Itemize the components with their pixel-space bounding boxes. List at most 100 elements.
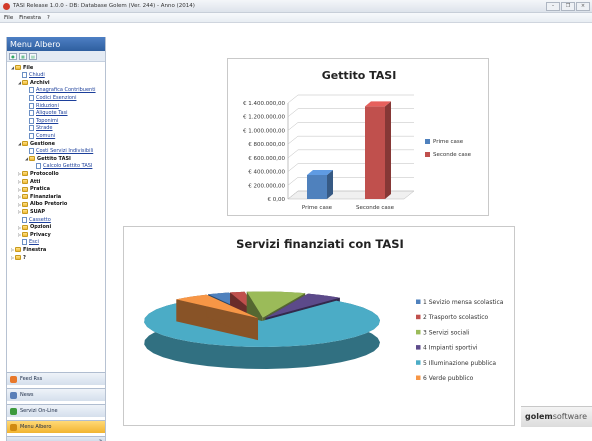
tree-item-label: Protocollo — [30, 170, 59, 177]
folder-icon — [22, 179, 28, 184]
folder-icon — [22, 141, 28, 146]
legend-swatch — [425, 152, 430, 157]
document-icon — [29, 132, 34, 139]
nav-button[interactable]: News — [7, 388, 105, 401]
document-icon — [29, 125, 34, 132]
bar-side — [385, 101, 391, 199]
tree-item[interactable]: Toponimi — [24, 117, 58, 124]
legend-label: 4 Impianti sportivi — [423, 345, 478, 352]
tree-item[interactable]: ◢ Gestione — [17, 140, 55, 147]
gettito-tasi-chart: Gettito TASI € 0,00 € 200.000,00 € 400.000,… — [227, 58, 489, 216]
servizi-tasi-chart: Servizi finanziati con TASI 1 Sevizio men… — [123, 226, 515, 426]
folder-icon — [15, 247, 21, 253]
tree-item[interactable]: ▷ SUAP — [17, 208, 45, 215]
gridline — [287, 135, 414, 145]
folder-icon — [22, 80, 28, 86]
nav-button[interactable]: Feed Rss — [7, 372, 105, 385]
folder-icon — [22, 194, 28, 200]
tree-item[interactable]: Costi Servizi Indivisibili — [24, 148, 93, 155]
tree-item-label: Esci — [29, 239, 39, 246]
nav-button-label: Servizi On-Line — [20, 408, 58, 414]
tree-item[interactable]: Calcolo Gettito TASI — [31, 163, 92, 170]
maximize-button[interactable]: ❐ — [561, 2, 575, 11]
gridline — [287, 163, 414, 172]
legend-label: 6 Verde pubblico — [423, 375, 474, 382]
menu-file[interactable]: File — [0, 13, 13, 21]
legend-swatch — [416, 360, 421, 365]
tree-item[interactable]: ▷ Pratica — [17, 186, 50, 193]
tree-item[interactable]: Cassetto — [17, 216, 51, 223]
x-tick-label: Prime case — [302, 205, 333, 211]
tree-item-label: Chiudi — [29, 72, 45, 79]
tree-item[interactable]: ▷ Opzioni — [17, 224, 51, 231]
x-tick-label: Seconde case — [356, 205, 395, 211]
tree-item-label: Comuni — [36, 132, 56, 139]
folder-icon — [22, 171, 28, 177]
document-icon — [29, 94, 34, 101]
nav-button-label: Feed Rss — [20, 376, 43, 382]
nav-icon — [10, 423, 17, 431]
tree-item[interactable]: ◢ File — [10, 64, 33, 71]
menu-help[interactable]: ? — [43, 13, 50, 21]
tree-item[interactable]: ◢ Archivi — [17, 79, 50, 86]
tree-item-label: Gestione — [30, 140, 55, 147]
gridline — [287, 177, 414, 186]
y-tick-label: € 1.200.000,00 — [243, 115, 285, 121]
folder-icon — [15, 65, 21, 70]
tree-item[interactable]: ▷? — [10, 254, 26, 261]
document-icon — [29, 117, 34, 124]
tree-item-label: Privacy — [30, 231, 51, 238]
folder-icon — [29, 156, 35, 162]
nav-icon — [10, 407, 17, 415]
close-button[interactable]: × — [576, 2, 590, 11]
tree-item[interactable]: Esci — [17, 239, 39, 246]
document-icon — [36, 163, 41, 170]
chart-floor — [287, 190, 415, 200]
tree-item[interactable]: ▷ Privacy — [17, 231, 51, 238]
tree-item[interactable]: ◢ Gettito TASI — [24, 155, 71, 162]
tree-item-label: Codici Esenzioni — [36, 94, 77, 101]
y-tick-label: € 1.400.000,00 — [243, 101, 285, 107]
folder-icon — [22, 201, 28, 207]
folder-icon — [22, 232, 28, 238]
bar-side — [327, 170, 333, 199]
sidebar-title: Menu Albero — [7, 37, 105, 51]
document-icon — [29, 110, 34, 117]
sidebar-expand-button[interactable]: » — [7, 436, 105, 441]
tree-item[interactable]: ▷ Atti — [17, 178, 40, 185]
tree-item[interactable]: ▷ Finanziaria — [17, 193, 61, 200]
tree-item[interactable]: Chiudi — [17, 72, 45, 79]
tree-item-label: Calcolo Gettito TASI — [43, 163, 93, 170]
tree-item-label: Finestra — [23, 246, 47, 253]
y-tick-label: € 800.000,00 — [248, 142, 285, 148]
tree-item[interactable]: Codici Esenzioni — [24, 94, 76, 101]
golem-software-logo: golemsoftware — [521, 406, 592, 427]
tree-item[interactable]: ▷ Albo Pretorio — [17, 201, 67, 208]
tree-item-label: Gettito TASI — [37, 155, 71, 162]
collapse-all-icon[interactable]: ▤ — [29, 53, 37, 60]
y-tick-label: € 200.000,00 — [248, 183, 285, 189]
legend-swatch — [416, 314, 421, 320]
refresh-icon[interactable]: ● — [9, 53, 17, 60]
minimize-button[interactable]: – — [546, 2, 560, 11]
window-titlebar: TASI Release 1.0.0 - DB: Database Golem … — [0, 0, 592, 13]
y-tick-label: € 400.000,00 — [248, 170, 285, 176]
y-tick-label: € 1.000.000,00 — [243, 128, 285, 134]
servizi-tasi-svg: Servizi finanziati con TASI 1 Sevizio men… — [144, 237, 504, 382]
expand-all-icon[interactable]: ▦ — [19, 53, 27, 60]
nav-button[interactable]: Servizi On-Line — [7, 404, 105, 417]
tree-item[interactable]: Comuni — [24, 132, 55, 139]
tree-item[interactable]: Strade — [24, 125, 53, 132]
menu-tree: ◢ File Chiudi ◢ Archivi Anagrafica Contribuen… — [7, 62, 105, 384]
menu-finestra[interactable]: Finestra — [15, 13, 41, 21]
nav-button[interactable]: Menu Albero — [7, 420, 105, 433]
document-icon — [22, 216, 27, 223]
folder-icon — [15, 255, 21, 260]
tree-item-label: Aliquote Tasi — [36, 110, 68, 117]
tree-item[interactable]: Aliquote Tasi — [24, 110, 68, 117]
tree-item[interactable]: Anagrafica Contribuenti — [24, 87, 96, 94]
tree-item-label: Albo Pretorio — [30, 201, 68, 208]
tree-item[interactable]: Riduzioni — [24, 102, 59, 109]
tree-item[interactable]: ▷ Finestra — [10, 246, 46, 253]
tree-item[interactable]: ▷ Protocollo — [17, 170, 59, 177]
